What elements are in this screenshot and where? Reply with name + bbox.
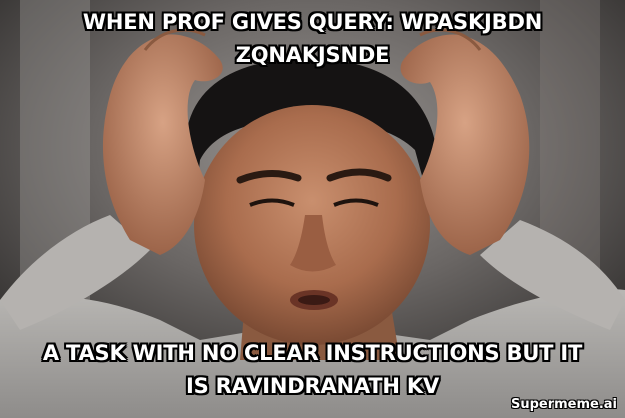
top-caption: WHEN PROF GIVES QUERY: WPASKJBDN ZQNAKJS… xyxy=(0,6,625,72)
watermark: Supermeme.ai xyxy=(510,397,617,412)
meme-image: WHEN PROF GIVES QUERY: WPASKJBDN ZQNAKJS… xyxy=(0,0,625,418)
bottom-caption-line-1: A TASK WITH NO CLEAR INSTRUCTIONS BUT IT xyxy=(42,341,583,365)
bottom-caption: A TASK WITH NO CLEAR INSTRUCTIONS BUT IT… xyxy=(0,337,625,403)
top-caption-line-1: WHEN PROF GIVES QUERY: WPASKJBDN xyxy=(82,10,543,34)
top-caption-line-2: ZQNAKJSNDE xyxy=(235,43,390,67)
mouth-inner xyxy=(298,295,330,305)
